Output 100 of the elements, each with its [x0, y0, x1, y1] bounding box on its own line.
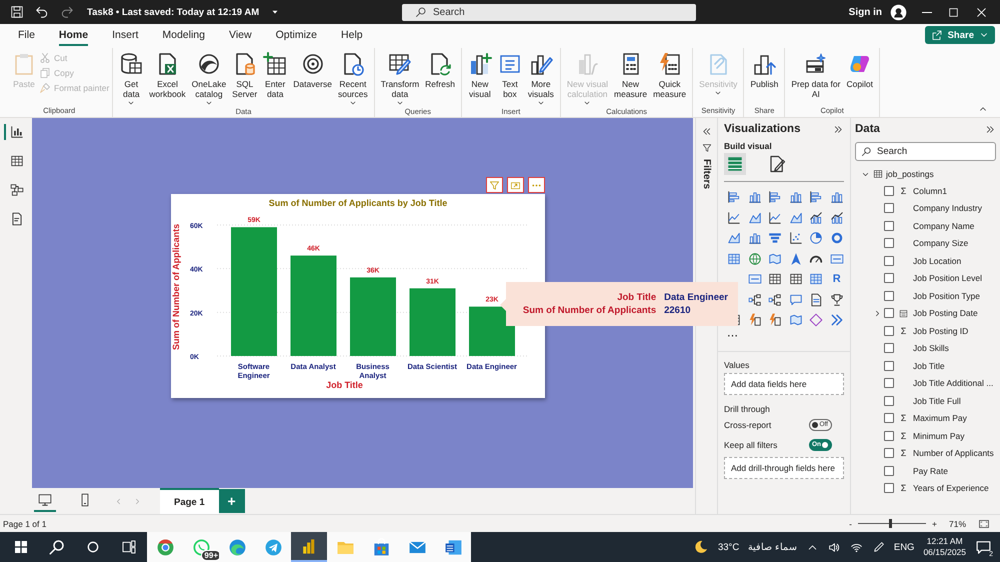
field-name[interactable]: Company Industry [913, 203, 982, 214]
filter-button[interactable] [486, 177, 503, 193]
ribbon-button[interactable]: New visual [464, 48, 495, 99]
ribbon-button[interactable]: SQL Server [229, 48, 260, 99]
table-name[interactable]: job_postings [886, 169, 934, 179]
ribbon-tab[interactable]: File [9, 26, 44, 44]
checkbox[interactable] [884, 396, 894, 406]
field-name[interactable]: Number of Applicants [913, 448, 994, 458]
ribbon-button[interactable]: Dataverse [290, 48, 335, 89]
ribbon-button[interactable]: OneLake catalog [188, 48, 230, 107]
field-name[interactable]: Job Title Additional ... [913, 378, 994, 388]
filter-icon [702, 143, 712, 153]
ribbon-tab[interactable]: View [220, 26, 261, 44]
search-field[interactable]: Search [402, 4, 696, 20]
taskbar-button[interactable] [291, 532, 327, 562]
zoom-out-button[interactable]: - [849, 518, 852, 528]
ribbon-tab[interactable]: Help [332, 26, 372, 44]
monitor-icon [38, 493, 52, 507]
filters-pane-label[interactable]: Filters [701, 159, 712, 190]
ribbon-button[interactable]: Copilot [843, 48, 876, 89]
more-options-button[interactable] [528, 177, 545, 193]
ribbon-button[interactable]: Recent sources [334, 48, 371, 107]
ribbon-tab[interactable]: Home [50, 26, 98, 44]
clock-time[interactable]: 12:21 AM [926, 536, 963, 547]
chevron-down-icon [127, 99, 136, 107]
search-field[interactable]: Search [855, 142, 996, 161]
checkbox[interactable] [884, 273, 894, 284]
add-page-button[interactable]: + [218, 489, 245, 513]
field-name[interactable]: Company Size [913, 238, 968, 248]
checkbox[interactable] [884, 413, 894, 424]
checkbox[interactable] [884, 466, 894, 476]
ribbon-button[interactable]: Enter data [260, 48, 290, 99]
field-name[interactable]: Job Skills [913, 343, 949, 354]
ribbon-button[interactable]: More visuals [524, 48, 557, 107]
ribbon-button[interactable]: Transform data [378, 48, 422, 107]
field-name[interactable]: Minimum Pay [913, 430, 964, 441]
sign-in-link[interactable]: Sign in [848, 6, 882, 18]
ribbon-tab[interactable]: Insert [103, 26, 148, 44]
checkbox[interactable] [884, 326, 894, 336]
ribbon-tab[interactable]: Optimize [266, 26, 326, 44]
field-name[interactable]: Job Location [913, 256, 962, 266]
visual-type-button[interactable]: R [826, 269, 847, 290]
field-name[interactable]: Pay Rate [913, 466, 948, 476]
checkbox[interactable] [884, 186, 894, 196]
field-name[interactable]: Company Name [913, 220, 974, 231]
chart-title: Sum of Number of Applicants by Job Title [268, 197, 448, 210]
field-name[interactable]: Years of Experience [913, 483, 989, 494]
checkbox[interactable] [884, 448, 894, 458]
drop-zone[interactable]: Add drill-through fields here [724, 456, 844, 478]
y-axis-title: Sum of Number of Applicants [171, 222, 182, 352]
checkbox[interactable] [884, 220, 894, 231]
checkbox[interactable] [884, 483, 894, 494]
drop-zone[interactable]: Add data fields here [724, 372, 844, 394]
ribbon-tab[interactable]: Modeling [153, 26, 214, 44]
checkbox[interactable] [884, 203, 894, 214]
language-indicator[interactable]: ENG [894, 542, 914, 552]
ribbon-button[interactable]: Text box [494, 48, 525, 99]
ribbon-button[interactable]: Refresh [422, 48, 458, 89]
ribbon-button[interactable]: New measure [611, 48, 650, 99]
taskbar-button[interactable]: 99+ [183, 532, 219, 562]
checkbox[interactable] [884, 238, 894, 248]
checkbox[interactable] [884, 256, 894, 266]
focus-mode-button[interactable] [507, 177, 524, 193]
field-name[interactable]: Maximum Pay [913, 413, 967, 424]
document-title[interactable]: Task8 • Last saved: Today at 12:19 AM [87, 6, 260, 18]
taskbar-button[interactable] [147, 532, 183, 562]
field-name[interactable]: Column1 [913, 186, 948, 196]
ribbon-button[interactable]: Get data [116, 48, 146, 107]
checkbox[interactable] [884, 360, 894, 371]
page-tab[interactable]: Page 1 [160, 488, 219, 514]
field-name[interactable]: Job Posting Date [913, 308, 978, 318]
field-name[interactable]: Job Position Type [913, 290, 980, 301]
page-indicator: Page 1 of 1 [3, 518, 46, 528]
more-visuals-button[interactable]: ⋯ [724, 330, 844, 340]
globe-icon [748, 252, 762, 266]
clock-date[interactable]: 06/15/2025 [923, 547, 966, 558]
pen-icon [872, 540, 885, 554]
checkbox[interactable] [884, 378, 894, 388]
bar[interactable] [469, 306, 515, 356]
checkbox[interactable] [884, 430, 894, 441]
field-name[interactable]: Job Posting ID [913, 326, 968, 336]
share-button[interactable]: Share [924, 26, 995, 44]
taskbar-button[interactable] [435, 532, 471, 562]
field-name[interactable]: Job Position Level [913, 273, 982, 284]
sigma-symbol: Σ [900, 430, 906, 441]
bar-chart-icon [768, 190, 782, 204]
field-name[interactable]: Job Title Full [913, 396, 961, 406]
matrix-icon [727, 252, 742, 266]
checkbox[interactable] [884, 290, 894, 301]
ribbon-button[interactable]: Excel workbook [146, 48, 189, 99]
ribbon-button[interactable]: Prep data for AI [788, 48, 844, 99]
taskbar-button[interactable] [255, 532, 291, 562]
sigma-symbol: Σ [900, 186, 906, 196]
scissors-icon [39, 52, 51, 64]
field-name[interactable]: Job Title [913, 360, 945, 371]
checkbox[interactable] [884, 343, 894, 354]
ribbon-button[interactable]: Quick measure [650, 48, 690, 99]
ribbon-button[interactable]: Publish [747, 48, 782, 89]
zoom-in-button[interactable]: + [932, 518, 937, 528]
checkbox[interactable] [884, 308, 894, 318]
